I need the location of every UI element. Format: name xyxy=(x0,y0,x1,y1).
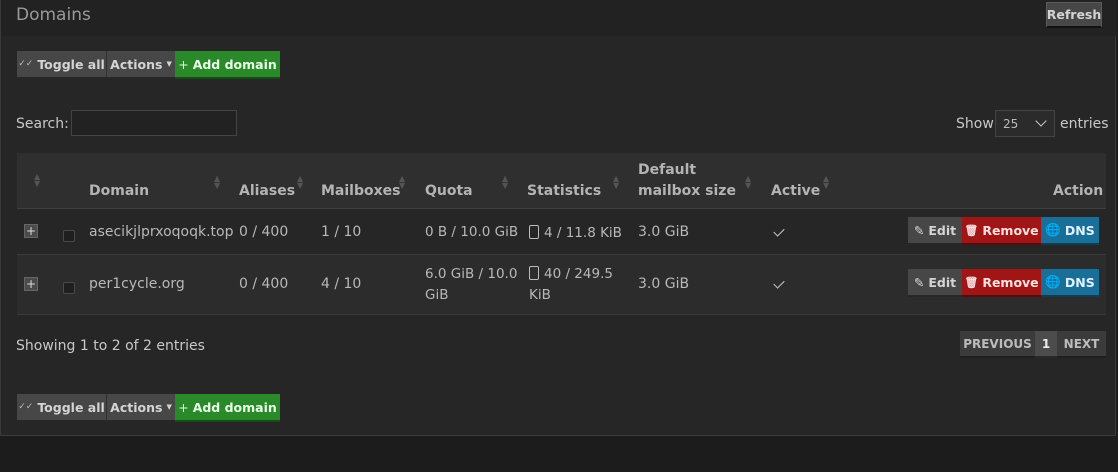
actions-dropdown[interactable]: Actions ▼ xyxy=(107,51,175,79)
chevron-down-icon xyxy=(1035,115,1047,127)
stats-line1: 40 / 249.5 xyxy=(544,266,613,282)
sort-icon: ▲ ▼ xyxy=(399,174,406,190)
add-domain-button[interactable]: + Add domain xyxy=(175,394,280,422)
add-domain-button[interactable]: + Add domain xyxy=(175,51,280,79)
domain-name: per1cycle.org xyxy=(89,276,185,292)
table-row: + asecikjlprxoqoqk.top 0 / 400 1 / 10 0 … xyxy=(17,209,1106,255)
sort-icon: ▲ ▼ xyxy=(297,174,304,190)
quota-line1: 6.0 GiB / 10.0 xyxy=(425,266,518,282)
table-info: Showing 1 to 2 of 2 entries xyxy=(16,338,205,354)
table-row: + per1cycle.org 0 / 400 4 / 10 6.0 GiB /… xyxy=(17,255,1106,315)
row-checkbox[interactable] xyxy=(63,282,75,294)
next-page-button[interactable]: NEXT xyxy=(1057,331,1106,358)
col-default-size[interactable]: Default mailbox size xyxy=(638,160,736,202)
remove-label: Remove xyxy=(982,274,1039,290)
edit-button[interactable]: ✎ Edit xyxy=(908,269,962,297)
default-mailbox-size: 3.0 GiB xyxy=(638,276,690,292)
stats-line2: KiB xyxy=(529,287,551,303)
edit-label: Edit xyxy=(928,222,957,238)
actions-label: Actions xyxy=(110,56,163,72)
page-1-button[interactable]: 1 xyxy=(1035,331,1057,358)
col-default-size-line1: Default xyxy=(638,162,697,178)
col-default-size-line2: mailbox size xyxy=(638,183,736,199)
panel-header: Domains Refresh xyxy=(1,0,1117,36)
check-icon xyxy=(773,277,785,289)
search-input[interactable] xyxy=(71,110,237,136)
expand-row-icon[interactable]: + xyxy=(24,224,38,238)
col-statistics[interactable]: Statistics xyxy=(527,181,601,202)
quota-line1: 0 B / 10.0 GiB xyxy=(425,224,519,240)
pencil-icon: ✎ xyxy=(913,222,925,238)
refresh-button[interactable]: Refresh xyxy=(1046,2,1102,28)
actions-label: Actions xyxy=(110,399,163,415)
add-domain-label: Add domain xyxy=(192,56,277,72)
domains-panel: Domains Refresh ✓✓ Toggle all Actions ▼ … xyxy=(0,0,1117,436)
check-icon xyxy=(773,225,785,237)
plus-icon: + xyxy=(178,399,189,415)
check-double-icon: ✓✓ xyxy=(18,402,34,412)
trash-icon: 🗑 xyxy=(964,223,979,237)
aliases-count: 0 / 400 xyxy=(239,224,289,240)
col-aliases[interactable]: Aliases xyxy=(239,181,295,202)
expand-row-icon[interactable]: + xyxy=(24,277,38,291)
add-domain-label: Add domain xyxy=(192,399,277,415)
remove-button[interactable]: 🗑 Remove xyxy=(962,269,1041,297)
col-domain[interactable]: Domain xyxy=(89,181,149,202)
toggle-all-label: Toggle all xyxy=(37,399,105,415)
globe-icon: 🌐 xyxy=(1045,274,1061,289)
page-length-value: 25 xyxy=(1003,116,1019,131)
trash-icon: 🗑 xyxy=(964,275,979,289)
remove-button[interactable]: 🗑 Remove xyxy=(962,217,1041,245)
col-action: Action xyxy=(1053,183,1104,199)
toggle-all-label: Toggle all xyxy=(37,56,105,72)
remove-label: Remove xyxy=(982,222,1039,238)
default-mailbox-size: 3.0 GiB xyxy=(638,224,690,240)
col-quota[interactable]: Quota xyxy=(425,181,473,202)
previous-page-button[interactable]: PREVIOUS xyxy=(960,331,1035,358)
edit-label: Edit xyxy=(928,274,957,290)
dns-label: DNS xyxy=(1064,274,1095,290)
clipboard-icon xyxy=(529,266,539,280)
row-checkbox[interactable] xyxy=(63,230,75,242)
sort-icon[interactable]: ▲ ▼ xyxy=(34,173,40,188)
entries-label: entries xyxy=(1060,116,1109,132)
dns-button[interactable]: 🌐 DNS xyxy=(1041,217,1099,245)
check-double-icon: ✓✓ xyxy=(18,59,34,69)
actions-dropdown[interactable]: Actions ▼ xyxy=(107,394,175,422)
sort-icon: ▲ ▼ xyxy=(613,174,620,190)
toggle-all-button[interactable]: ✓✓ Toggle all xyxy=(17,51,107,79)
clipboard-icon xyxy=(529,225,539,239)
table-header: ▲ ▼ Domain ▲ ▼ Aliases ▲ ▼ Mailboxes ▲ ▼ Quo… xyxy=(17,153,1106,209)
search-label: Search: xyxy=(16,116,69,132)
caret-down-icon: ▼ xyxy=(166,403,172,411)
globe-icon: 🌐 xyxy=(1045,222,1061,237)
col-active[interactable]: Active xyxy=(771,181,820,202)
col-mailboxes[interactable]: Mailboxes xyxy=(321,181,400,202)
quota-value: 6.0 GiB / 10.0 GiB xyxy=(425,264,517,306)
mailboxes-count: 1 / 10 xyxy=(321,224,362,240)
sort-icon: ▲ ▼ xyxy=(502,174,509,190)
page-length-select[interactable]: 25 xyxy=(995,110,1055,137)
caret-down-icon: ▼ xyxy=(166,60,172,68)
pencil-icon: ✎ xyxy=(913,274,925,290)
sort-icon: ▲ ▼ xyxy=(745,174,752,190)
plus-icon: + xyxy=(178,56,189,72)
mailboxes-count: 4 / 10 xyxy=(321,276,362,292)
aliases-count: 0 / 400 xyxy=(239,276,289,292)
dns-button[interactable]: 🌐 DNS xyxy=(1041,269,1099,297)
statistics-value: 40 / 249.5 KiB xyxy=(529,264,613,306)
stats-line1: 4 / 11.8 KiB xyxy=(544,225,622,241)
toggle-all-button[interactable]: ✓✓ Toggle all xyxy=(17,394,107,422)
show-label: Show xyxy=(956,116,994,132)
quota-value: 0 B / 10.0 GiB xyxy=(425,222,518,243)
edit-button[interactable]: ✎ Edit xyxy=(908,217,962,245)
dns-label: DNS xyxy=(1064,222,1095,238)
sort-icon: ▲ ▼ xyxy=(214,174,221,190)
statistics-value: 4 / 11.8 KiB xyxy=(529,223,622,244)
domain-name: asecikjlprxoqoqk.top xyxy=(89,224,234,240)
quota-line2: GiB xyxy=(425,287,449,303)
sort-icon: ▲ ▼ xyxy=(823,174,830,190)
panel-title: Domains xyxy=(16,5,91,25)
